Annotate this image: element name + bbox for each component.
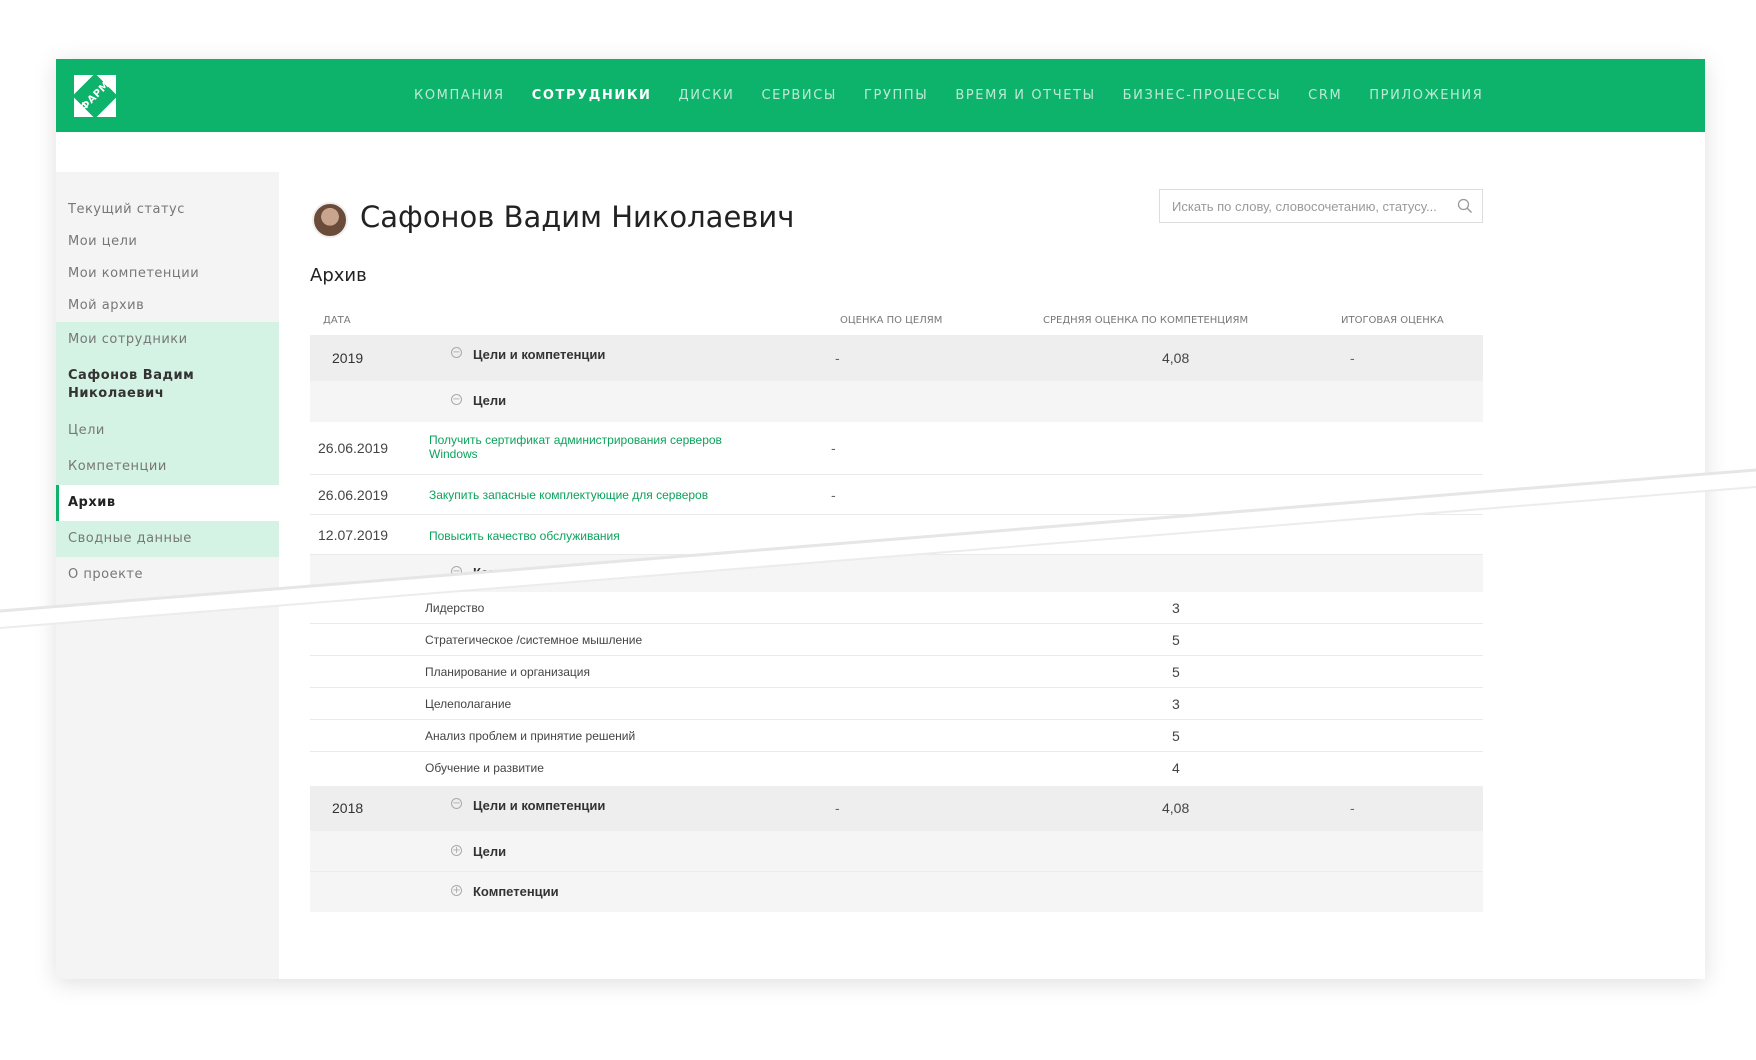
column-header-goals-score: ОЦЕНКА ПО ЦЕЛЯМ: [840, 315, 943, 326]
column-header-date: ДАТА: [323, 315, 351, 326]
table-row: 12.07.2019 Повысить качество обслуживани…: [310, 515, 1483, 555]
table-row: Лидерство 3: [310, 592, 1483, 624]
collapse-icon[interactable]: −: [451, 394, 462, 405]
table-row: 26.06.2019 Получить сертификат администр…: [310, 422, 1483, 475]
table-row: 26.06.2019 Закупить запасные комплектующ…: [310, 475, 1483, 515]
nav-item-business-processes[interactable]: БИЗНЕС-ПРОЦЕССЫ: [1123, 88, 1282, 103]
competencies-subgroup-row[interactable]: − Компетенции: [310, 555, 1483, 592]
sidebar-item-current-status[interactable]: Текущий статус: [56, 198, 279, 222]
nav-item-groups[interactable]: ГРУППЫ: [864, 88, 928, 103]
group-label: Цели и компетенции: [473, 798, 606, 813]
sidebar-item-my-archive[interactable]: Мой архив: [56, 294, 279, 318]
competency-score: 5: [1172, 664, 1180, 680]
column-header-total-score: ИТОГОВАЯ ОЦЕНКА: [1341, 315, 1444, 326]
top-navbar: ФАРМ КОМПАНИЯ СОТРУДНИКИ ДИСКИ СЕРВИСЫ Г…: [56, 59, 1705, 132]
nav-item-crm[interactable]: CRM: [1308, 88, 1342, 103]
sidebar-item-goals[interactable]: Цели: [56, 413, 279, 449]
sidebar-item-my-employees[interactable]: Мои сотрудники: [56, 322, 279, 358]
sidebar-item-summary[interactable]: Сводные данные: [56, 521, 279, 557]
competency-score: 5: [1172, 632, 1180, 648]
company-logo[interactable]: ФАРМ: [72, 73, 118, 119]
goals-subgroup-row[interactable]: − Цели: [310, 381, 1483, 422]
goal-link[interactable]: Получить сертификат администрирования се…: [429, 433, 729, 461]
competency-score: 3: [1172, 696, 1180, 712]
goal-link[interactable]: Закупить запасные комплектующие для серв…: [429, 488, 708, 502]
nav-item-services[interactable]: СЕРВИСЫ: [761, 88, 837, 103]
competency-score: 3: [1172, 600, 1180, 616]
app-window: ФАРМ КОМПАНИЯ СОТРУДНИКИ ДИСКИ СЕРВИСЫ Г…: [56, 59, 1705, 979]
sidebar-item-employee-name[interactable]: Сафонов Вадим Николаевич: [56, 358, 279, 413]
goals-score: 5: [1172, 517, 1180, 533]
logo-text: ФАРМ: [72, 73, 118, 119]
avg-competency-score: 4,08: [1162, 800, 1190, 816]
table-row: Обучение и развитие 4: [310, 752, 1483, 784]
group-label: Цели: [473, 844, 507, 859]
competency-score: 5: [1172, 728, 1180, 744]
year-label: 2019: [332, 350, 364, 366]
year-group-row-2019[interactable]: 2019 − Цели и компетенции - 4,08 -: [310, 335, 1483, 381]
competency-name: Стратегическое /системное мышление: [425, 633, 643, 647]
group-label: Цели: [473, 393, 507, 408]
avatar: [312, 202, 348, 238]
goals-subgroup-row-2018[interactable]: + Цели: [310, 831, 1483, 872]
collapse-icon[interactable]: −: [451, 566, 462, 577]
competency-name: Анализ проблем и принятие решений: [425, 729, 636, 743]
collapse-icon[interactable]: −: [451, 798, 462, 809]
table-row: Планирование и организация 5: [310, 656, 1483, 688]
sidebar-item-about[interactable]: О проекте: [56, 557, 279, 593]
expand-icon[interactable]: +: [451, 885, 462, 896]
nav-item-time-reports[interactable]: ВРЕМЯ И ОТЧЕТЫ: [955, 88, 1095, 103]
goal-date: 26.06.2019: [318, 440, 389, 456]
goal-date: 26.06.2019: [318, 487, 389, 503]
total-score: -: [1350, 350, 1355, 366]
group-label: Компетенции: [473, 884, 559, 899]
section-title: Архив: [310, 265, 367, 286]
competency-name: Лидерство: [425, 601, 485, 615]
year-label: 2018: [332, 800, 364, 816]
nav-item-disks[interactable]: ДИСКИ: [679, 88, 735, 103]
expand-icon[interactable]: +: [451, 845, 462, 856]
sidebar-item-competencies[interactable]: Компетенции: [56, 449, 279, 485]
table-row: Целеполагание 3: [310, 688, 1483, 720]
nav-item-company[interactable]: КОМПАНИЯ: [414, 88, 505, 103]
competencies-subgroup-row-2018[interactable]: + Компетенции: [310, 872, 1483, 912]
group-label: Компетенции: [473, 565, 559, 580]
goal-date: 12.07.2019: [318, 527, 389, 543]
nav-item-employees[interactable]: СОТРУДНИКИ: [532, 88, 652, 103]
goals-score: -: [835, 350, 840, 366]
search-icon[interactable]: [1457, 198, 1473, 214]
table-row: Анализ проблем и принятие решений 5: [310, 720, 1483, 752]
collapse-icon[interactable]: −: [451, 347, 462, 358]
competency-score: 4: [1172, 760, 1180, 776]
nav-item-apps[interactable]: ПРИЛОЖЕНИЯ: [1369, 88, 1483, 103]
goals-score: -: [835, 800, 840, 816]
sidebar: Текущий статус Мои цели Мои компетенции …: [56, 172, 279, 979]
search-input[interactable]: [1170, 198, 1444, 215]
search-box[interactable]: [1159, 189, 1483, 223]
sidebar-item-my-goals[interactable]: Мои цели: [56, 230, 279, 254]
column-header-avg-competency: СРЕДНЯЯ ОЦЕНКА ПО КОМПЕТЕНЦИЯМ: [1043, 315, 1249, 326]
page-title: Сафонов Вадим Николаевич: [360, 200, 795, 234]
goals-score: -: [831, 440, 836, 456]
group-label: Цели и компетенции: [473, 347, 606, 362]
goals-score: -: [831, 487, 836, 503]
goal-link[interactable]: Повысить качество обслуживания: [429, 529, 620, 543]
year-group-row-2018[interactable]: 2018 − Цели и компетенции - 4,08 -: [310, 786, 1483, 831]
total-score: -: [1350, 800, 1355, 816]
competency-name: Обучение и развитие: [425, 761, 544, 775]
table-row: Стратегическое /системное мышление 5: [310, 624, 1483, 656]
main-nav: КОМПАНИЯ СОТРУДНИКИ ДИСКИ СЕРВИСЫ ГРУППЫ…: [414, 59, 1510, 132]
competency-name: Планирование и организация: [425, 665, 590, 679]
avg-competency-score: 4,08: [1162, 350, 1190, 366]
competency-name: Целеполагание: [425, 697, 512, 711]
sidebar-item-my-competencies[interactable]: Мои компетенции: [56, 262, 279, 286]
sidebar-item-archive[interactable]: Архив: [56, 485, 279, 521]
